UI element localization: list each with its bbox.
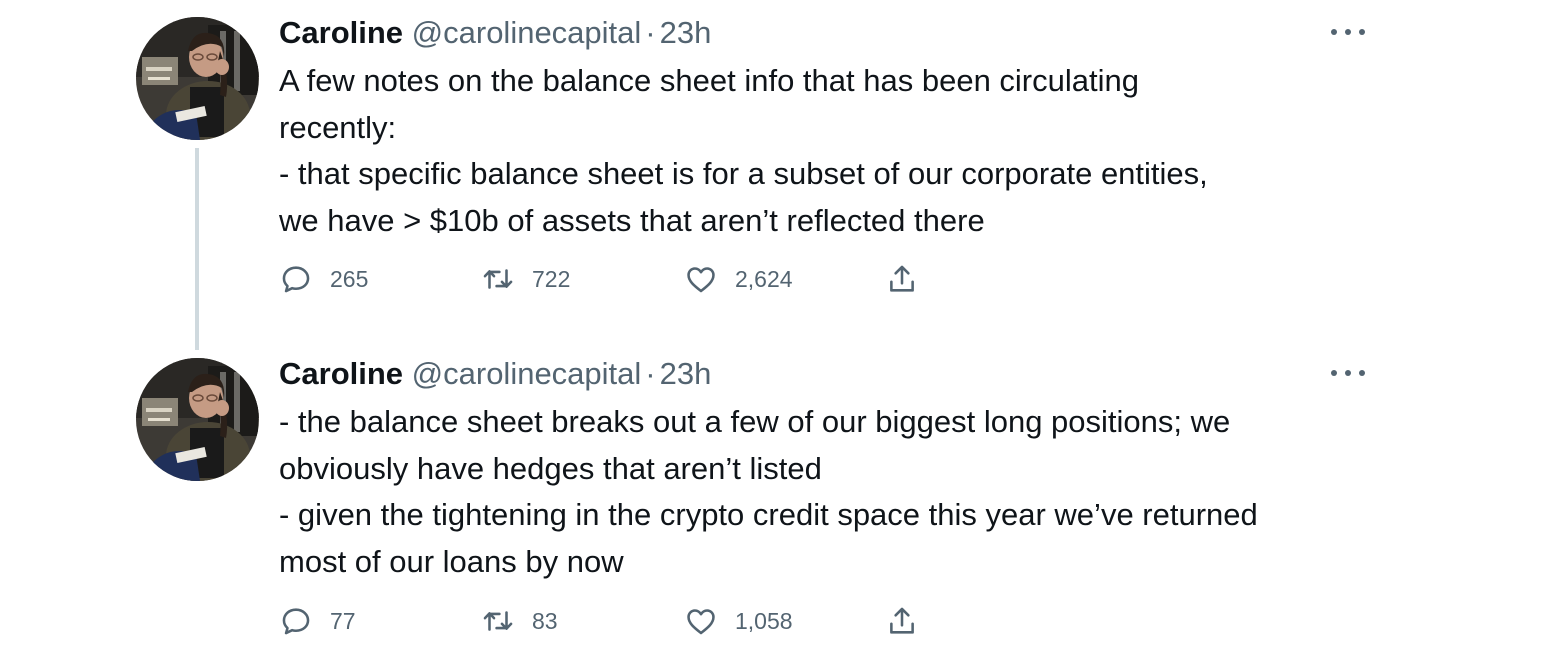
- avatar[interactable]: [136, 17, 259, 140]
- like-count: 2,624: [735, 265, 793, 292]
- tweet-text-line: A few notes on the balance sheet info th…: [279, 63, 1139, 98]
- reply-count: 265: [330, 265, 369, 292]
- user-handle[interactable]: @carolinecapital: [412, 15, 642, 50]
- tweet-header: Caroline @carolinecapital · 23h: [279, 354, 711, 394]
- retweet-button[interactable]: 83: [481, 601, 558, 641]
- reply-button[interactable]: 77: [279, 601, 356, 641]
- more-options-button[interactable]: [1331, 22, 1365, 42]
- timestamp[interactable]: 23h: [660, 15, 712, 50]
- heart-icon: [687, 267, 715, 293]
- like-button[interactable]: 1,058: [684, 601, 793, 641]
- separator-dot: ·: [645, 15, 656, 50]
- tweet-header: Caroline @carolinecapital · 23h: [279, 13, 711, 53]
- share-button[interactable]: [885, 259, 919, 299]
- tweet[interactable]: Caroline @carolinecapital · 23h A few note…: [0, 0, 1562, 350]
- more-horizontal-icon: [1345, 370, 1351, 376]
- reply-button[interactable]: 265: [279, 259, 368, 299]
- avatar[interactable]: [136, 358, 259, 481]
- like-button[interactable]: 2,624: [684, 259, 793, 299]
- profile-photo-icon: [136, 17, 259, 140]
- more-horizontal-icon: [1331, 370, 1337, 376]
- display-name[interactable]: Caroline: [279, 356, 403, 391]
- tweet-text-line: recently:: [279, 109, 397, 145]
- thread-connector-line: [195, 148, 199, 350]
- share-upload-icon: [890, 607, 914, 634]
- display-name[interactable]: Caroline: [279, 15, 403, 50]
- separator-dot: ·: [645, 356, 656, 391]
- tweet[interactable]: Caroline @carolinecapital · 23h - the bala…: [0, 341, 1562, 666]
- heart-icon: [687, 609, 715, 635]
- tweet-text-line: most of our loans by now: [279, 543, 624, 579]
- more-horizontal-icon: [1359, 370, 1365, 376]
- retweet-arrows-icon: [483, 269, 513, 289]
- retweet-button[interactable]: 722: [481, 259, 570, 299]
- reply-count: 77: [330, 607, 356, 634]
- timestamp[interactable]: 23h: [660, 356, 712, 391]
- retweet-count: 722: [532, 265, 571, 292]
- share-button[interactable]: [885, 601, 919, 641]
- tweet-text-line: - the balance sheet breaks out a few of …: [279, 404, 1231, 439]
- tweet-actions: 77 83 1,058: [279, 601, 979, 641]
- reply-bubble-icon: [282, 608, 310, 635]
- reply-bubble-icon: [282, 266, 310, 293]
- like-count: 1,058: [735, 607, 793, 634]
- tweet-text-line: we have > $10b of assets that aren’t ref…: [279, 202, 985, 238]
- retweet-arrows-icon: [483, 611, 513, 631]
- profile-photo-icon: [136, 358, 259, 481]
- more-options-button[interactable]: [1331, 363, 1365, 383]
- more-horizontal-icon: [1345, 29, 1351, 35]
- user-handle[interactable]: @carolinecapital: [412, 356, 642, 391]
- tweet-text-line: - given the tightening in the crypto cre…: [279, 497, 1258, 532]
- more-horizontal-icon: [1359, 29, 1365, 35]
- tweet-text-line: obviously have hedges that aren’t listed: [279, 450, 822, 486]
- tweet-text: A few notes on the balance sheet info th…: [279, 58, 1389, 244]
- tweet-text-line: - that specific balance sheet is for a s…: [279, 156, 1208, 191]
- tweet-actions: 265 722 2,624: [279, 259, 979, 299]
- share-upload-icon: [890, 265, 914, 292]
- retweet-count: 83: [532, 607, 558, 634]
- tweet-text: - the balance sheet breaks out a few of …: [279, 399, 1389, 585]
- more-horizontal-icon: [1331, 29, 1337, 35]
